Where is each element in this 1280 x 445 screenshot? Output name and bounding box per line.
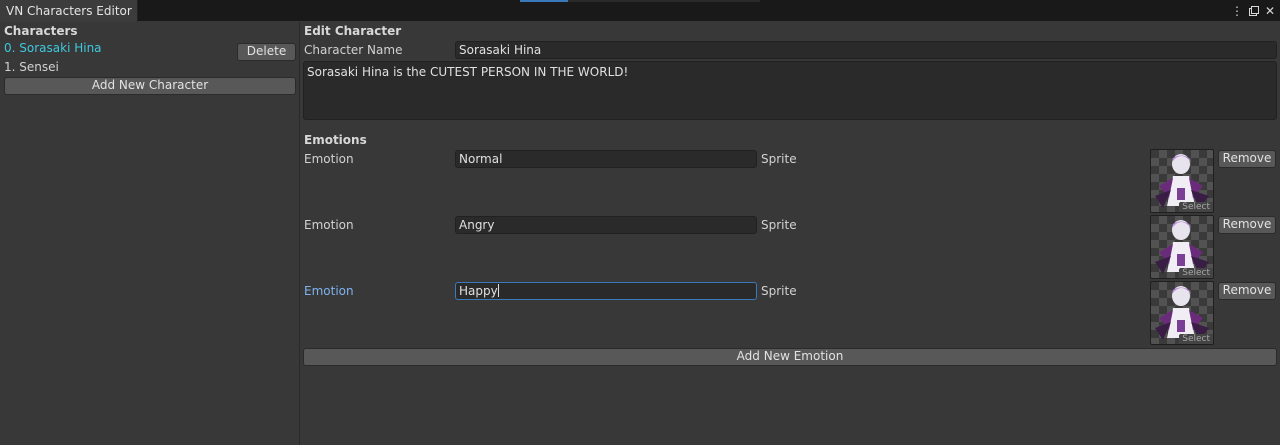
close-icon[interactable]: ✕	[1262, 2, 1278, 20]
emotion-label: Emotion	[304, 284, 354, 298]
sprite-select-button[interactable]: Select	[1179, 202, 1213, 212]
emotion-name-text: Happy	[459, 284, 498, 298]
characters-heading: Characters	[4, 24, 78, 38]
character-name-label: Character Name	[304, 43, 403, 57]
emotion-name-field[interactable]: Happy	[455, 282, 757, 300]
emotion-name-field[interactable]: Angry	[455, 216, 757, 234]
character-name-field[interactable]: Sorasaki Hina	[455, 41, 1277, 59]
sprite-label: Sprite	[761, 284, 797, 298]
character-item-0[interactable]: 0. Sorasaki Hina	[4, 41, 102, 55]
emotions-heading: Emotions	[304, 133, 367, 147]
description-textarea[interactable]: Sorasaki Hina is the CUTEST PERSON IN TH…	[303, 61, 1277, 120]
kebab-menu-icon[interactable]: ⋮	[1229, 2, 1245, 20]
sprite-thumbnail[interactable]: Select	[1150, 149, 1214, 213]
tab-strip	[568, 0, 760, 2]
character-item-1[interactable]: 1. Sensei	[4, 60, 59, 74]
sprite-thumbnail[interactable]: Select	[1150, 215, 1214, 279]
emotion-name-field[interactable]: Normal	[455, 150, 757, 168]
remove-emotion-button[interactable]: Remove	[1218, 150, 1276, 168]
remove-emotion-button[interactable]: Remove	[1218, 216, 1276, 234]
edit-character-heading: Edit Character	[304, 24, 402, 38]
tab-strip-accent	[520, 0, 568, 2]
sprite-thumbnail[interactable]: Select	[1150, 281, 1214, 345]
window-tab[interactable]: VN Characters Editor	[0, 0, 138, 22]
emotion-label: Emotion	[304, 152, 354, 166]
add-emotion-button[interactable]: Add New Emotion	[303, 348, 1277, 366]
sprite-label: Sprite	[761, 218, 797, 232]
maximize-icon[interactable]	[1246, 2, 1262, 20]
emotion-label: Emotion	[304, 218, 354, 232]
sprite-select-button[interactable]: Select	[1179, 334, 1213, 344]
window-tab-bar	[0, 0, 1280, 21]
sprite-select-button[interactable]: Select	[1179, 268, 1213, 278]
remove-emotion-button[interactable]: Remove	[1218, 282, 1276, 300]
add-character-button[interactable]: Add New Character	[4, 77, 296, 95]
sprite-label: Sprite	[761, 152, 797, 166]
delete-character-button[interactable]: Delete	[237, 43, 296, 61]
text-caret	[497, 284, 499, 297]
